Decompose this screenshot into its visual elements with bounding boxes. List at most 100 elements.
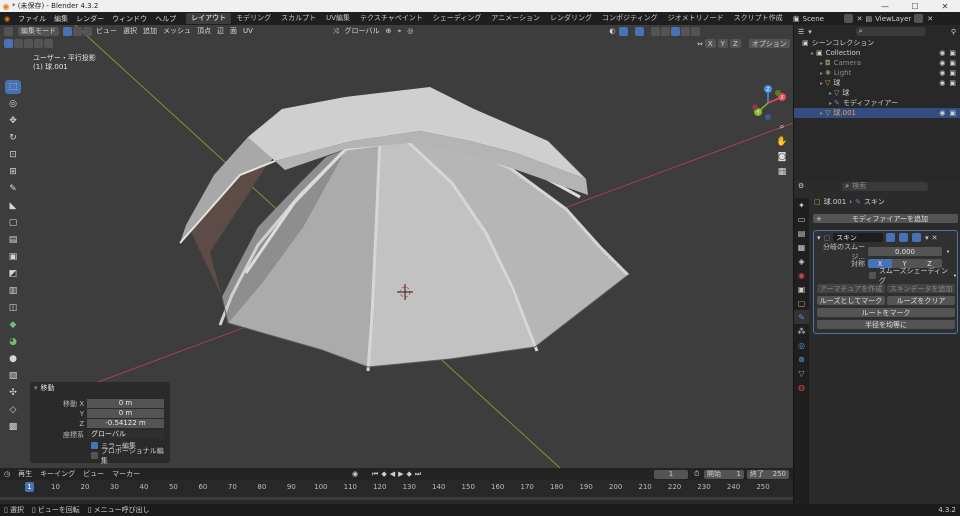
proportional-icon[interactable]: ◎	[404, 27, 416, 35]
menu-edge[interactable]: 辺	[214, 26, 227, 36]
scene-browse-icon[interactable]	[843, 14, 853, 23]
auto-keying-icon[interactable]: ◉	[352, 470, 358, 478]
material-tab-icon[interactable]: ◍	[794, 380, 809, 394]
collection-tab-icon[interactable]: ▣	[794, 282, 809, 296]
transform-orientation-selector[interactable]: グローバル	[342, 26, 383, 36]
vertex-select-icon[interactable]	[63, 26, 72, 36]
tool-tab-icon[interactable]: ✦	[794, 198, 809, 212]
select-new-icon[interactable]	[4, 39, 13, 48]
camera-view-icon[interactable]: ◙	[776, 151, 788, 163]
scene-icon[interactable]: ▣	[793, 15, 800, 23]
expand-icon[interactable]: ▸	[820, 80, 823, 87]
move-z-field[interactable]: -0.54122 m	[87, 419, 164, 428]
equalize-radii-button[interactable]: 半径を均等に	[817, 320, 955, 329]
branch-smoothing-field[interactable]: 0.000	[868, 247, 942, 256]
mode-selector[interactable]: 編集モード	[18, 26, 59, 36]
menu-playback[interactable]: 再生	[14, 469, 36, 479]
move-x-field[interactable]: 0 m	[87, 399, 164, 408]
visibility-eye-icon[interactable]: ◉	[939, 59, 945, 67]
rendered-shading-icon[interactable]	[690, 26, 700, 36]
mark-root-button[interactable]: ルートをマーク	[817, 308, 955, 317]
bevel-tool[interactable]: ◩	[5, 267, 21, 281]
maximize-button[interactable]: ☐	[900, 0, 930, 12]
stopwatch-icon[interactable]: ⏱	[694, 470, 699, 479]
modifier-tab-icon[interactable]: ✎	[794, 310, 809, 324]
mirror-z-toggle[interactable]: Z	[729, 39, 741, 48]
visibility-icon[interactable]: ◐	[606, 27, 618, 35]
overlay-toggle-icon[interactable]	[634, 26, 644, 36]
current-frame-indicator[interactable]: 1	[25, 482, 34, 492]
object-tab-icon[interactable]: ▢	[794, 296, 809, 310]
properties-search-input[interactable]: ⌕ 検索	[842, 181, 929, 191]
visibility-eye-icon[interactable]: ◉	[939, 49, 945, 57]
physics-tab-icon[interactable]: ◎	[794, 338, 809, 352]
gizmo-toggle-icon[interactable]	[618, 26, 628, 36]
tab-uv-editing[interactable]: UV編集	[321, 13, 355, 24]
expand-icon[interactable]: ▸	[820, 60, 823, 67]
outliner-search-input[interactable]: ⌕	[855, 27, 926, 36]
menu-edit[interactable]: 編集	[50, 14, 72, 24]
outliner-item[interactable]: ▸ ▽ 球 ◉ ▣	[794, 78, 960, 88]
render-toggle-icon[interactable]	[912, 233, 922, 242]
menu-view[interactable]: ビュー	[93, 26, 120, 36]
scale-tool[interactable]: ⊡	[5, 148, 21, 162]
add-cube-tool[interactable]: ▢	[5, 216, 21, 230]
render-camera-icon[interactable]: ▣	[949, 49, 956, 57]
expand-icon[interactable]: ▸	[820, 110, 823, 117]
tab-sculpt[interactable]: スカルプト	[276, 13, 321, 24]
render-camera-icon[interactable]: ▣	[949, 79, 956, 87]
tab-compositing[interactable]: コンポジティング	[597, 13, 663, 24]
solid-shading-icon[interactable]	[670, 26, 680, 36]
jump-end-icon[interactable]: ⏭	[415, 470, 421, 479]
filter-icon[interactable]: ⚲	[951, 28, 956, 36]
select-box-tool[interactable]: ⬚	[5, 80, 21, 94]
output-tab-icon[interactable]: ▤	[794, 226, 809, 240]
navigation-gizmo[interactable]: X Y Z	[748, 83, 788, 123]
next-keyframe-icon[interactable]: ◆	[406, 470, 411, 479]
collapse-icon[interactable]: ▾	[34, 384, 38, 392]
shrink-fatten-tool[interactable]: ✣	[5, 386, 21, 400]
timeline-scrollbar[interactable]	[0, 497, 793, 500]
mirror-x-toggle[interactable]: X	[704, 39, 716, 48]
smooth-shading-checkbox[interactable]	[869, 272, 876, 279]
scene-remove-icon[interactable]: ✕	[857, 15, 863, 23]
outliner-item[interactable]: ▸ ✺ Light ◉ ▣	[794, 68, 960, 78]
menu-mesh[interactable]: メッシュ	[160, 26, 194, 36]
outliner-item[interactable]: ▸ ▣ Collection ◉ ▣	[794, 48, 960, 58]
menu-face[interactable]: 面	[227, 26, 240, 36]
menu-help[interactable]: ヘルプ	[151, 14, 180, 24]
edge-select-icon[interactable]	[73, 26, 82, 36]
snap-icon[interactable]: ⌖	[394, 27, 404, 36]
menu-select[interactable]: 選択	[120, 26, 140, 36]
end-frame-field[interactable]: 終了 250	[747, 469, 789, 479]
expand-icon[interactable]: ▸	[820, 70, 823, 77]
view-layer-tab-icon[interactable]: ▦	[794, 240, 809, 254]
view-layer-icon[interactable]: ▤	[866, 15, 873, 23]
face-select-icon[interactable]	[83, 26, 92, 36]
display-mode-icon[interactable]: ▾	[808, 28, 812, 36]
poly-build-tool[interactable]: ◆	[5, 318, 21, 332]
zoom-icon[interactable]: ⌕	[776, 121, 788, 133]
outliner-item[interactable]: ▸ ▽ 球.001 ◉ ▣	[794, 108, 960, 118]
tab-modeling[interactable]: モデリング	[231, 13, 276, 24]
pivot-icon[interactable]: ⊕	[382, 27, 394, 35]
start-frame-field[interactable]: 開始 1	[704, 469, 744, 479]
cursor-tool[interactable]: ◎	[5, 97, 21, 111]
outliner-editor[interactable]: ☰ ▾ ⌕ ⚲ ▣ シーンコレクション ▸ ▣ Collection ◉ ▣ ▸ ◘ Came…	[793, 25, 960, 180]
outliner-scene-collection[interactable]: ▣ シーンコレクション	[794, 38, 960, 48]
render-camera-icon[interactable]: ▣	[949, 69, 956, 77]
visibility-eye-icon[interactable]: ◉	[939, 79, 945, 87]
smooth-tool[interactable]: ●	[5, 352, 21, 366]
measure-tool[interactable]: ◣	[5, 199, 21, 213]
menu-render[interactable]: レンダー	[72, 14, 108, 24]
jump-start-icon[interactable]: ⏮	[372, 470, 378, 479]
add-skin-data-button[interactable]: スキンデータを追加	[887, 284, 955, 293]
modifier-collapse-icon[interactable]: ▾	[817, 234, 821, 242]
create-armature-button[interactable]: アーマチュアを作成	[817, 284, 885, 293]
tab-shading[interactable]: シェーディング	[428, 13, 487, 24]
view-layer-remove-icon[interactable]: ✕	[927, 15, 933, 23]
tab-animation[interactable]: アニメーション	[486, 13, 545, 24]
visibility-eye-icon[interactable]: ◉	[939, 69, 945, 77]
scene-tab-icon[interactable]: ◈	[794, 254, 809, 268]
edit-mode-toggle-icon[interactable]	[886, 233, 896, 242]
